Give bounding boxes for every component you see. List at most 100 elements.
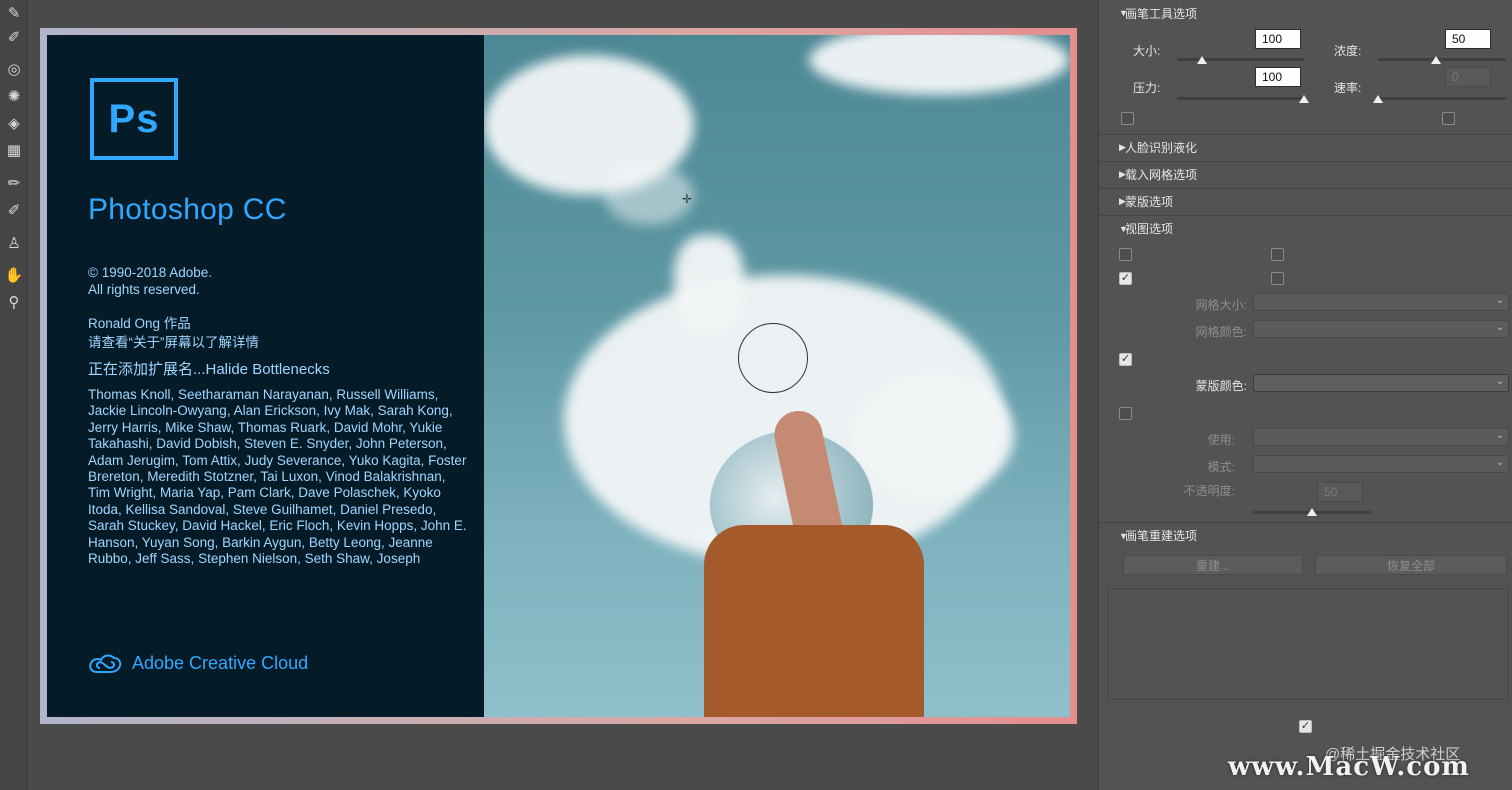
density-label: 浓度: (1334, 44, 1362, 58)
section-title: 载入网格选项 (1125, 168, 1198, 182)
document-frame: Ps Photoshop CC © 1990-2018 Adobe. All r… (40, 28, 1077, 724)
rate-slider-track[interactable] (1378, 97, 1506, 100)
restore-all-button[interactable]: 恢复全部 (1315, 555, 1507, 575)
opacity-slider-thumb[interactable] (1307, 508, 1317, 516)
hand-tool-icon[interactable]: ✋ (3, 264, 25, 286)
brush-reconstruct-options-header[interactable]: ▼ 画笔重建选项 (1099, 522, 1512, 548)
mask-options-header[interactable]: ▶ 蒙版选项 (1099, 188, 1512, 214)
face-aware-liquify-header[interactable]: ▶ 人脸识别液化 (1099, 134, 1512, 160)
splash-title: Photoshop CC (88, 193, 287, 226)
creative-cloud-icon (89, 654, 122, 673)
copyright-text: © 1990-2018 Adobe. (88, 265, 213, 280)
twirl-tool-icon[interactable]: ◎ (3, 58, 25, 80)
size-input[interactable]: 100 (1255, 29, 1301, 49)
load-mesh-options-header[interactable]: ▶ 载入网格选项 (1099, 161, 1512, 187)
credits-list: Thomas Knoll, Seetharaman Narayanan, Rus… (88, 387, 467, 567)
size-label: 大小: (1133, 44, 1161, 58)
expanded-triangle-icon: ▼ (1119, 8, 1128, 18)
photoshop-logo: Ps (90, 78, 178, 160)
density-slider-thumb[interactable] (1430, 56, 1441, 64)
push-left-tool-icon[interactable]: ▦ (3, 139, 25, 161)
chevron-down-icon: ⌄ (1495, 376, 1504, 387)
section-title: 人脸识别液化 (1125, 141, 1198, 155)
show-mesh-checkbox[interactable] (1271, 272, 1284, 285)
rights-text: All rights reserved. (88, 282, 200, 297)
pressure-label: 压力: (1133, 81, 1161, 95)
collapsed-triangle-icon: ▶ (1119, 142, 1126, 152)
show-guides-checkbox[interactable] (1119, 248, 1132, 261)
forward-warp-tool-icon[interactable]: ✎ (3, 2, 25, 24)
section-title: 蒙版选项 (1125, 195, 1174, 209)
preview-canvas[interactable]: Ps Photoshop CC © 1990-2018 Adobe. All r… (28, 0, 1098, 790)
backdrop-use-select[interactable]: ⌄ (1253, 428, 1509, 446)
mesh-color-select[interactable]: ⌄ (1253, 320, 1509, 338)
freeze-mask-tool-icon[interactable]: ✏ (3, 172, 25, 194)
show-mask-checkbox[interactable]: ✓ (1119, 353, 1132, 366)
pressure-slider-thumb[interactable] (1299, 95, 1309, 103)
face-tool-icon[interactable]: ♙ (3, 232, 25, 254)
cloud-shape (854, 375, 1014, 495)
reconstruct-tool-icon[interactable]: ✐ (3, 26, 25, 48)
expanded-triangle-icon: ▼ (1119, 223, 1128, 234)
rate-label: 速率: (1334, 81, 1362, 95)
cloud-shape (809, 35, 1069, 95)
mode-label: 模式: (1207, 460, 1235, 474)
preview-checkbox[interactable]: ✓ (1299, 720, 1312, 733)
bloat-tool-icon[interactable]: ◈ (3, 112, 25, 134)
crosshair-cursor-icon: ✛ (682, 192, 693, 206)
mesh-size-select[interactable]: ⌄ (1253, 293, 1509, 311)
thaw-mask-tool-icon[interactable]: ✐ (3, 199, 25, 221)
density-input[interactable]: 50 (1445, 29, 1491, 49)
size-slider-track[interactable] (1177, 58, 1304, 61)
pressure-slider-track[interactable] (1177, 97, 1304, 100)
liquify-toolbar: ✎ ✐ ◎ ✺ ◈ ▦ ✏ ✐ ♙ ✋ ⚲ (0, 0, 28, 790)
reconstruct-button[interactable]: 重建... (1123, 555, 1303, 575)
opacity-input: 50 (1317, 482, 1363, 502)
show-backdrop-checkbox[interactable] (1119, 407, 1132, 420)
mask-color-select[interactable]: ⌄ (1253, 374, 1509, 392)
zoom-tool-icon[interactable]: ⚲ (3, 291, 25, 313)
mask-color-label: 蒙版颜色: (1195, 379, 1247, 393)
site-watermark: www.MacW.com (1228, 752, 1470, 782)
rate-input: 0 (1445, 67, 1491, 87)
show-face-overlay-checkbox[interactable] (1271, 248, 1284, 261)
rate-slider-thumb[interactable] (1373, 95, 1383, 103)
brush-cursor (738, 323, 808, 393)
panel-empty-area (1107, 588, 1509, 700)
creative-cloud-brand: Adobe Creative Cloud (88, 652, 308, 674)
pressure-input[interactable]: 100 (1255, 67, 1301, 87)
mesh-size-label: 网格大小: (1195, 298, 1247, 312)
splash-artwork: ✛ (484, 35, 1070, 717)
artwork-credit: Ronald Ong 作品 (88, 316, 191, 331)
expanded-triangle-icon: ▼ (1119, 530, 1128, 541)
chevron-down-icon: ⌄ (1495, 295, 1504, 306)
section-title: 视图选项 (1125, 222, 1174, 236)
about-hint: 请查看“关于”屏幕以了解详情 (88, 335, 259, 350)
loading-status: 正在添加扩展名...Halide Bottlenecks (88, 361, 330, 378)
pucker-tool-icon[interactable]: ✺ (3, 85, 25, 107)
person-figure (704, 525, 924, 717)
opacity-label: 不透明度: (1183, 484, 1235, 498)
section-title: 画笔重建选项 (1125, 529, 1198, 543)
pin-edges-checkbox[interactable] (1442, 112, 1455, 125)
chevron-down-icon: ⌄ (1495, 322, 1504, 333)
mesh-color-label: 网格颜色: (1195, 325, 1247, 339)
backdrop-mode-select[interactable]: ⌄ (1253, 455, 1509, 473)
splash-info-pane: Ps Photoshop CC © 1990-2018 Adobe. All r… (47, 35, 484, 717)
collapsed-triangle-icon: ▶ (1119, 196, 1126, 206)
density-slider-track[interactable] (1378, 58, 1506, 61)
creative-cloud-label: Adobe Creative Cloud (132, 652, 309, 673)
liquify-properties-panel: ▼ 画笔工具选项 大小: 100 浓度: 50 压力: 100 速率: 0 ▶ … (1098, 0, 1512, 790)
section-title: 画笔工具选项 (1125, 6, 1198, 21)
cloud-shape (604, 165, 694, 225)
photoshop-liquify-window: ✎ ✐ ◎ ✺ ◈ ▦ ✏ ✐ ♙ ✋ ⚲ Ps Photoshop CC © … (0, 0, 1512, 790)
brush-tool-options-header[interactable]: ▼ 画笔工具选项 (1099, 0, 1512, 26)
collapsed-triangle-icon: ▶ (1119, 169, 1126, 179)
size-slider-thumb[interactable] (1197, 56, 1208, 64)
chevron-down-icon: ⌄ (1495, 430, 1504, 441)
show-image-checkbox[interactable]: ✓ (1119, 272, 1132, 285)
chevron-down-icon: ⌄ (1495, 457, 1504, 468)
view-options-header[interactable]: ▼ 视图选项 (1099, 215, 1512, 241)
use-label: 使用: (1207, 433, 1235, 447)
pen-pressure-checkbox[interactable] (1121, 112, 1134, 125)
